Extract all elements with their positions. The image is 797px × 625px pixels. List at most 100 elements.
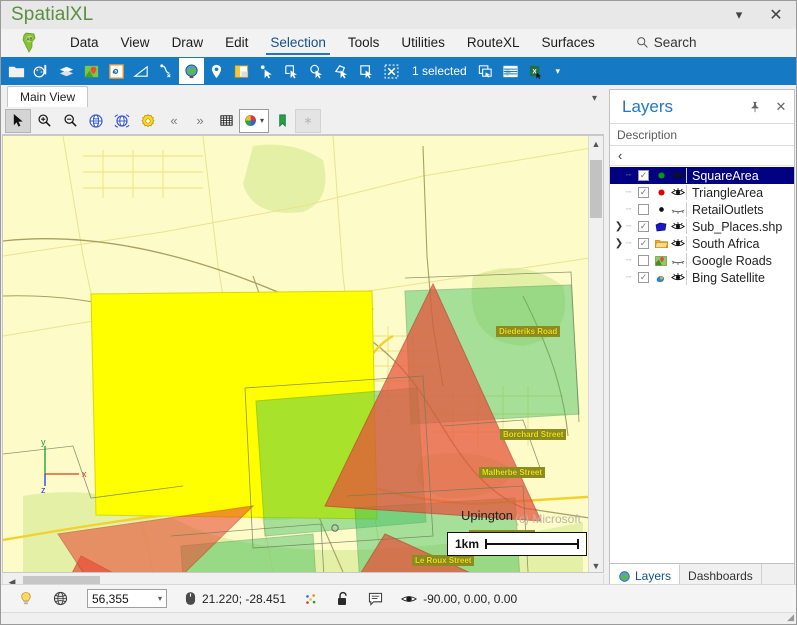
status-projection-cell[interactable] bbox=[43, 590, 78, 607]
grid-icon[interactable] bbox=[213, 109, 239, 133]
globe-icon[interactable] bbox=[179, 58, 204, 84]
layer-symbol-blue-polygon bbox=[653, 222, 669, 232]
attribute-table-icon[interactable] bbox=[498, 58, 523, 84]
layer-tree-line: ┈ bbox=[626, 272, 631, 282]
layer-checkbox-bing-satellite[interactable]: ✓ bbox=[638, 272, 649, 283]
open-folder-icon[interactable] bbox=[4, 58, 29, 84]
layer-checkbox-trianglearea[interactable]: ✓ bbox=[638, 187, 649, 198]
layer-expander-sub-places[interactable]: ❯ bbox=[612, 221, 626, 232]
layer-row-retailoutlets[interactable]: ┈ RetailOutlets bbox=[610, 201, 794, 218]
menu-item-draw[interactable]: Draw bbox=[161, 31, 215, 55]
layer-checkbox-sub-places[interactable]: ✓ bbox=[638, 221, 649, 232]
select-point-icon[interactable] bbox=[254, 58, 279, 84]
map-scroll-up-arrow[interactable]: ▲ bbox=[589, 136, 603, 152]
menu-item-selection[interactable]: Selection bbox=[259, 31, 337, 55]
route-icon[interactable] bbox=[154, 58, 179, 84]
status-snap-cell[interactable] bbox=[295, 592, 327, 606]
map-scroll-down-arrow[interactable]: ▼ bbox=[589, 558, 603, 572]
layer-visibility-icon-retailoutlets[interactable] bbox=[669, 204, 686, 215]
zoom-in-icon[interactable] bbox=[31, 109, 57, 133]
previous-extent-icon[interactable]: « bbox=[161, 109, 187, 133]
status-scale-cell: 56,355 ▾ bbox=[78, 589, 176, 608]
toolbar-overflow-caret[interactable]: ▾ bbox=[548, 66, 568, 77]
layer-visibility-icon-south-africa[interactable] bbox=[669, 238, 686, 249]
map-canvas[interactable]: Upington Diederiks Road Borchard Street … bbox=[2, 135, 604, 573]
scale-bar-label: 1km bbox=[455, 537, 480, 551]
layer-checkbox-google-roads[interactable] bbox=[638, 255, 649, 266]
legend-icon[interactable] bbox=[229, 58, 254, 84]
map-settings-gear-icon[interactable] bbox=[135, 109, 161, 133]
select-circle-icon[interactable] bbox=[304, 58, 329, 84]
menu-item-utilities[interactable]: Utilities bbox=[390, 31, 456, 55]
select-rectangle-icon[interactable] bbox=[279, 58, 304, 84]
next-extent-icon[interactable]: » bbox=[187, 109, 213, 133]
layer-name-bing-satellite: Bing Satellite bbox=[692, 270, 765, 285]
layers-stack-icon[interactable] bbox=[54, 58, 79, 84]
layers-scroll-back-row[interactable]: ‹ bbox=[610, 146, 794, 166]
layer-row-south-africa[interactable]: ❯ ┈ ✓ South Africa bbox=[610, 235, 794, 252]
status-hint-cell[interactable] bbox=[9, 591, 43, 607]
layer-row-trianglearea[interactable]: ┈ ✓ TriangleArea bbox=[610, 184, 794, 201]
layer-row-squarearea[interactable]: ┈ ✓ SquareArea bbox=[610, 167, 794, 184]
zoom-layer-globe-icon[interactable] bbox=[109, 109, 135, 133]
menu-item-view[interactable]: View bbox=[110, 31, 161, 55]
close-button[interactable]: ✕ bbox=[756, 2, 796, 28]
status-lock-cell[interactable] bbox=[327, 591, 359, 607]
search-menu-item[interactable]: Search bbox=[636, 35, 697, 50]
map-street-label-le-roux-street: Le Roux Street bbox=[412, 555, 475, 566]
scale-dropdown-caret-icon[interactable]: ▾ bbox=[158, 594, 162, 603]
basemap-icon[interactable] bbox=[104, 58, 129, 84]
clear-selection-icon[interactable] bbox=[379, 58, 404, 84]
theme-palette-icon[interactable]: ▾ bbox=[239, 108, 269, 133]
layer-tree[interactable]: ┈ ✓ SquareArea ┈ ✓ TriangleArea ┈ Retail… bbox=[610, 166, 794, 563]
palette-caret-icon[interactable]: ▾ bbox=[260, 116, 264, 125]
layer-checkbox-retailoutlets[interactable] bbox=[638, 204, 649, 215]
layer-expander-south-africa[interactable]: ❯ bbox=[612, 238, 626, 249]
place-marker-icon[interactable] bbox=[204, 58, 229, 84]
snap-dots-icon bbox=[306, 593, 316, 604]
export-excel-icon[interactable]: X bbox=[523, 58, 548, 84]
pointer-select-icon[interactable] bbox=[5, 108, 31, 133]
menu-item-tools[interactable]: Tools bbox=[337, 31, 391, 55]
minimize-button[interactable]: ▾ bbox=[722, 2, 756, 28]
zoom-extent-globe-icon[interactable] bbox=[83, 109, 109, 133]
layer-row-sub-places[interactable]: ❯ ┈ ✓ Sub_Places.shp bbox=[610, 218, 794, 235]
bookmark-icon[interactable] bbox=[269, 109, 295, 133]
scale-combobox[interactable]: 56,355 ▾ bbox=[87, 589, 167, 608]
favourite-star-glyph: ∗ bbox=[303, 115, 313, 127]
map-pin-image-icon[interactable] bbox=[79, 58, 104, 84]
selection-info-icon[interactable] bbox=[473, 58, 498, 84]
zoom-out-icon[interactable] bbox=[57, 109, 83, 133]
layer-row-google-roads[interactable]: ┈ Google Roads bbox=[610, 252, 794, 269]
layer-visibility-icon-squarearea[interactable] bbox=[669, 170, 686, 181]
layer-visibility-icon-sub-places[interactable] bbox=[669, 221, 686, 232]
tab-main-view[interactable]: Main View bbox=[7, 86, 89, 107]
measure-angle-icon[interactable] bbox=[129, 58, 154, 84]
layer-symbol-green-dot bbox=[653, 171, 669, 180]
app-logo[interactable]: AB bbox=[1, 29, 59, 57]
menu-item-routexl[interactable]: RouteXL bbox=[456, 31, 531, 55]
layer-visibility-icon-google-roads[interactable] bbox=[669, 255, 686, 266]
pin-icon[interactable] bbox=[742, 94, 768, 120]
layer-visibility-icon-bing-satellite[interactable] bbox=[669, 272, 686, 283]
menu-item-data[interactable]: Data bbox=[59, 31, 110, 55]
layer-checkbox-south-africa[interactable]: ✓ bbox=[638, 238, 649, 249]
map-vertical-scrollbar[interactable]: ▲ ▼ bbox=[588, 136, 603, 572]
menu-item-edit[interactable]: Edit bbox=[214, 31, 259, 55]
unlock-icon bbox=[338, 591, 347, 605]
resize-grip[interactable]: ◢ bbox=[787, 612, 794, 623]
layers-column-header[interactable]: Description bbox=[610, 124, 794, 146]
map-vertical-scroll-thumb[interactable] bbox=[590, 160, 602, 218]
menu-bar: AB Data View Draw Edit Selection Tools U… bbox=[1, 29, 796, 57]
layer-row-bing-satellite[interactable]: ┈ ✓ Bing Satellite bbox=[610, 269, 794, 286]
select-box-icon[interactable] bbox=[354, 58, 379, 84]
view-tabs-overflow-caret[interactable]: ▾ bbox=[592, 93, 597, 107]
close-icon[interactable]: ✕ bbox=[768, 94, 794, 120]
menu-item-surfaces[interactable]: Surfaces bbox=[530, 31, 605, 55]
layer-visibility-icon-trianglearea[interactable] bbox=[669, 187, 686, 198]
layer-divider bbox=[686, 202, 687, 217]
select-polygon-icon[interactable] bbox=[329, 58, 354, 84]
layer-checkbox-squarearea[interactable]: ✓ bbox=[638, 170, 649, 181]
style-palette-icon[interactable] bbox=[29, 58, 54, 84]
status-annotation-cell[interactable] bbox=[359, 592, 392, 606]
